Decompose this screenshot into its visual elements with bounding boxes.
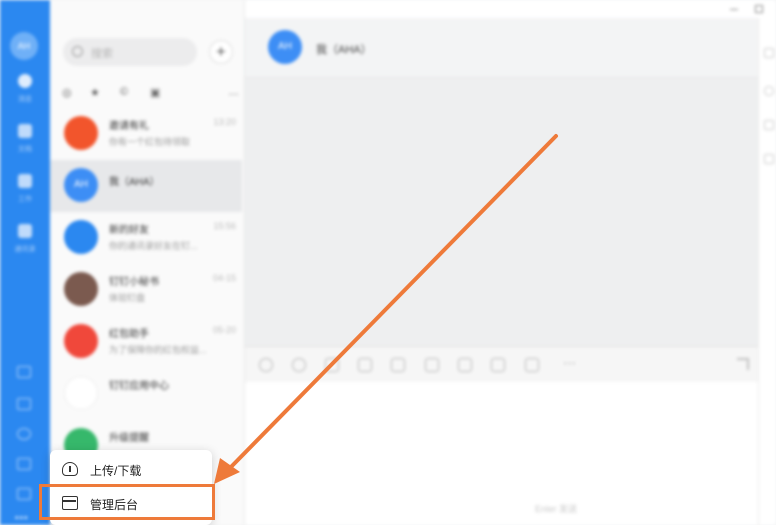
side-member-icon[interactable] bbox=[764, 86, 774, 96]
annotation-highlight-box bbox=[39, 484, 215, 520]
conversation-preview: 体验钉盘 bbox=[109, 293, 146, 303]
app-window-background: AH 消息 文档 工作 通讯录 ••• 搜索 + ◎ ★ © ▣ … 邀请有礼 … bbox=[0, 0, 776, 525]
pin-icon[interactable] bbox=[17, 428, 31, 440]
rail-item-label: 工作 bbox=[18, 196, 32, 203]
user-avatar[interactable]: AH bbox=[10, 32, 38, 60]
card-icon[interactable] bbox=[525, 358, 539, 372]
search-input[interactable]: 搜索 bbox=[91, 45, 113, 61]
rail-item-work[interactable]: 工作 bbox=[0, 174, 50, 204]
conversation-avatar bbox=[64, 220, 98, 254]
todo-icon[interactable] bbox=[17, 398, 31, 410]
minimize-icon[interactable] bbox=[730, 9, 738, 10]
conversation-item[interactable]: 红包助手为了保障你的红包权益... 05-20 bbox=[50, 316, 242, 368]
conversation-preview: 你有一个红包待领取 bbox=[109, 137, 191, 147]
message-area bbox=[245, 78, 758, 346]
star-icon[interactable]: ★ bbox=[90, 86, 100, 99]
image-icon[interactable] bbox=[425, 358, 439, 372]
search-box[interactable]: 搜索 bbox=[63, 38, 197, 66]
cloud-upload-download-icon bbox=[62, 462, 78, 476]
add-button[interactable]: + bbox=[209, 40, 233, 64]
more-dots-icon[interactable]: ••• bbox=[15, 513, 29, 524]
side-settings-icon[interactable] bbox=[764, 154, 774, 164]
chat-avatar[interactable]: AH bbox=[268, 30, 302, 64]
rail-item-docs[interactable]: 文档 bbox=[0, 124, 50, 154]
conversation-item[interactable]: 钉钉小秘书体验钉盘 04-15 bbox=[50, 264, 242, 316]
phone-icon[interactable] bbox=[17, 458, 31, 470]
mention-icon[interactable] bbox=[325, 358, 339, 372]
conversation-name: 升级提醒 bbox=[109, 433, 149, 444]
conversation-avatar bbox=[64, 324, 98, 358]
conversation-name: 新的好友 bbox=[109, 225, 149, 236]
conversation-time: 15:56 bbox=[213, 221, 236, 231]
menu-item-label: 上传/下载 bbox=[90, 464, 142, 478]
chat-bubble-icon bbox=[18, 74, 32, 88]
emoji-icon[interactable] bbox=[259, 358, 273, 372]
trash-icon[interactable]: ▣ bbox=[150, 86, 160, 99]
conversation-item[interactable]: 钉钉应用中心 bbox=[50, 368, 242, 420]
rail-item-label: 文档 bbox=[18, 146, 32, 153]
rail-item-label: 消息 bbox=[18, 96, 32, 103]
document-icon bbox=[18, 124, 32, 138]
conversation-time: 04-15 bbox=[212, 273, 236, 283]
scissors-icon[interactable] bbox=[358, 358, 372, 372]
rail-item-label: 通讯录 bbox=[14, 246, 36, 253]
maximize-icon[interactable] bbox=[755, 5, 763, 13]
composer-toolbar: ··· bbox=[245, 346, 758, 382]
nav-rail: AH 消息 文档 工作 通讯录 ••• bbox=[0, 0, 50, 525]
contacts-icon bbox=[18, 224, 32, 238]
side-file-icon[interactable] bbox=[764, 120, 774, 130]
checklist-icon[interactable] bbox=[458, 358, 472, 372]
conversation-list-panel: 搜索 + ◎ ★ © ▣ … 邀请有礼你有一个红包待领取 13:20 AH 我（AHA… bbox=[50, 0, 294, 525]
calendar-icon[interactable] bbox=[17, 366, 31, 378]
conversation-avatar bbox=[64, 376, 98, 410]
more-icon[interactable]: … bbox=[228, 86, 239, 98]
message-composer[interactable]: Enter 发送 bbox=[245, 382, 758, 525]
conversation-name: 钉钉小秘书 bbox=[109, 277, 159, 288]
at-icon[interactable]: © bbox=[120, 86, 128, 98]
toolbar-more-icon[interactable]: ··· bbox=[563, 355, 576, 370]
apps-grid-icon bbox=[18, 174, 32, 188]
conversation-time: 05-20 bbox=[212, 325, 236, 335]
expand-icon[interactable] bbox=[737, 358, 749, 370]
conversation-item[interactable]: 新的好友你的通讯录好友在钉... 15:56 bbox=[50, 212, 242, 264]
filter-all-icon[interactable]: ◎ bbox=[62, 86, 72, 99]
conversation-item[interactable]: 邀请有礼你有一个红包待领取 13:20 bbox=[50, 108, 242, 160]
search-icon bbox=[72, 46, 83, 57]
rail-item-messages[interactable]: 消息 bbox=[0, 74, 50, 104]
folder-icon[interactable] bbox=[391, 358, 405, 372]
mail-icon[interactable] bbox=[17, 488, 31, 500]
chat-title: 我（AHA） bbox=[316, 44, 372, 56]
conversation-avatar bbox=[64, 272, 98, 306]
pin-message-icon[interactable] bbox=[491, 358, 505, 372]
sticker-icon[interactable] bbox=[292, 358, 306, 372]
conversation-name: 钉钉应用中心 bbox=[109, 381, 169, 392]
side-search-icon[interactable] bbox=[764, 48, 774, 58]
send-hint: Enter 发送 bbox=[535, 504, 578, 514]
conversation-name: 红包助手 bbox=[109, 329, 149, 340]
conversation-avatar bbox=[64, 116, 98, 150]
conversation-name: 邀请有礼 bbox=[109, 121, 149, 132]
rail-item-contacts[interactable]: 通讯录 bbox=[0, 224, 50, 254]
filter-bar: ◎ ★ © ▣ … bbox=[62, 86, 239, 102]
chat-header: AH 我（AHA） bbox=[245, 18, 758, 78]
conversation-time: 13:20 bbox=[213, 117, 236, 127]
menu-item-upload-download[interactable]: 上传/下载 bbox=[50, 452, 212, 486]
conversation-item[interactable]: AH 我（AHA） bbox=[50, 160, 242, 212]
conversation-preview: 为了保障你的红包权益... bbox=[109, 345, 207, 355]
right-side-rail bbox=[758, 18, 776, 525]
conversation-preview: 你的通讯录好友在钉... bbox=[109, 241, 198, 251]
conversation-avatar: AH bbox=[64, 168, 98, 202]
conversation-name: 我（AHA） bbox=[109, 177, 160, 188]
